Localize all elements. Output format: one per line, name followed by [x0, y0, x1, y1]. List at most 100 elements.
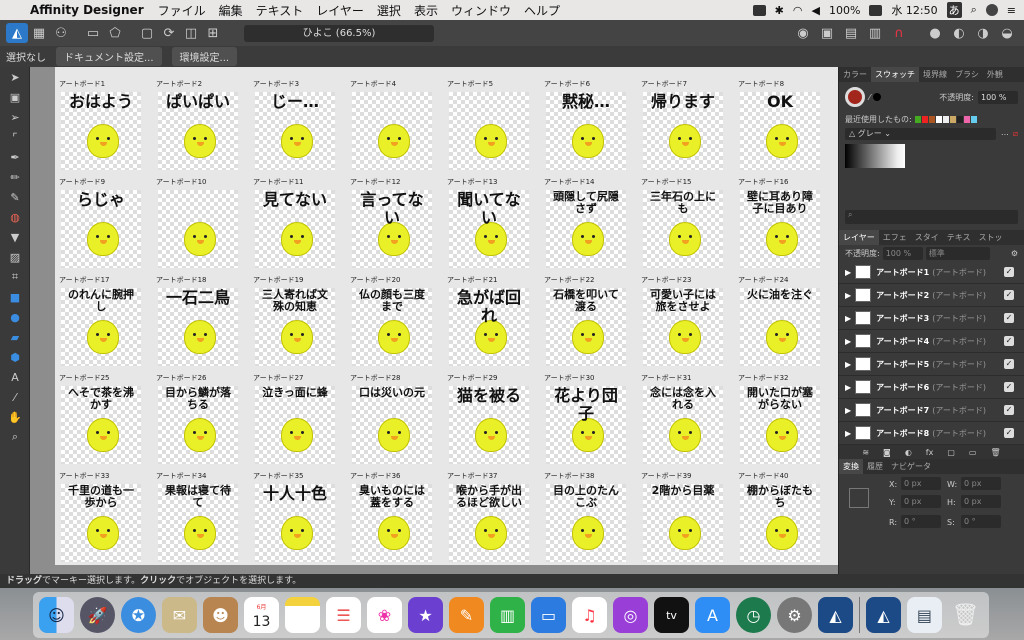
tab-transform[interactable]: 変換	[839, 459, 863, 474]
artboard[interactable]: アートボード13 聞いてない	[447, 177, 529, 268]
expand-icon[interactable]: ▶	[845, 406, 851, 415]
artboard[interactable]: アートボード23 可愛い子には旅をさせよ	[641, 275, 723, 366]
photos-icon[interactable]: ❀	[367, 597, 402, 633]
calendar-icon[interactable]: 6月 13	[244, 597, 279, 633]
swatch-search[interactable]: ⌕	[845, 210, 1018, 224]
select-box-icon[interactable]: ◫	[180, 23, 202, 43]
artboard[interactable]: アートボード30 花より団子	[544, 373, 626, 464]
rounded-rect-tool-icon[interactable]: ▰	[0, 327, 30, 347]
notes-icon[interactable]	[285, 597, 320, 633]
visibility-checkbox[interactable]: ✓	[1004, 336, 1014, 346]
eyedropper-icon[interactable]: ⁄	[869, 93, 870, 102]
podcasts-icon[interactable]: ◎	[613, 597, 648, 633]
adjustment-icon[interactable]: ◐	[905, 448, 912, 457]
expand-icon[interactable]: ▶	[845, 268, 851, 277]
mask-icon[interactable]: ◙	[883, 448, 891, 457]
align-icon[interactable]: ▥	[864, 23, 886, 43]
pages-icon[interactable]: ✎	[449, 597, 484, 633]
documents-stack-icon[interactable]: ▤	[906, 597, 942, 633]
shape-tool-icon[interactable]: ⬢	[0, 347, 30, 367]
visibility-checkbox[interactable]: ✓	[1004, 267, 1014, 277]
tv-icon[interactable]: tv	[654, 597, 689, 633]
artboard[interactable]: アートボード32 開いた口が塞がらない	[738, 373, 820, 464]
finder-icon[interactable]: ☺	[39, 597, 74, 633]
anchor-icon[interactable]	[849, 488, 869, 508]
palette-menu-icon[interactable]: ⋯	[1001, 130, 1009, 139]
preferences-button[interactable]: 環境設定...	[171, 47, 238, 66]
menu-text[interactable]: テキスト	[256, 2, 304, 19]
fx-icon[interactable]: fx	[926, 448, 934, 457]
tab-color[interactable]: カラー	[839, 69, 871, 80]
artboard[interactable]: アートボード18 一石二鳥	[156, 275, 238, 366]
artboard[interactable]: アートボード39 2階から目薬	[641, 471, 723, 562]
artboard[interactable]: アートボード34 果報は寝て待て	[156, 471, 238, 562]
artboard[interactable]: アートボード27 泣きっ面に蜂	[253, 373, 335, 464]
h-field[interactable]: 0 px	[961, 495, 1001, 508]
menu-file[interactable]: ファイル	[158, 2, 206, 19]
boolean-intersect-icon[interactable]: ◑	[972, 23, 994, 43]
folder-icon[interactable]: ▭	[969, 448, 977, 457]
artboard[interactable]: アートボード1 おはよう	[59, 79, 141, 170]
menu-window[interactable]: ウィンドウ	[451, 2, 511, 19]
artboard[interactable]: アートボード16 壁に耳あり障子に目あり	[738, 177, 820, 268]
artboard[interactable]: アートボード29 猫を被る	[447, 373, 529, 464]
menu-view[interactable]: 表示	[414, 2, 438, 19]
tab-stroke[interactable]: 境界線	[919, 69, 951, 80]
search-icon[interactable]: ⌕	[971, 3, 977, 17]
artboard[interactable]: アートボード11 見てない	[253, 177, 335, 268]
artboard[interactable]: アートボード17 のれんに腕押し	[59, 275, 141, 366]
artboard[interactable]: アートボード7 帰ります	[641, 79, 723, 170]
layer-row[interactable]: ▶ アートボード5 (アートボード) ✓	[839, 353, 1024, 376]
artboard[interactable]: アートボード12 言ってない	[350, 177, 432, 268]
artboard[interactable]: アートボード28 口は災いの元	[350, 373, 432, 464]
clock[interactable]: 水 12:50	[891, 2, 937, 18]
move-tool-icon[interactable]: ➤	[0, 67, 30, 87]
layer-row[interactable]: ▶ アートボード3 (アートボード) ✓	[839, 307, 1024, 330]
expand-icon[interactable]: ▶	[845, 383, 851, 392]
tab-text-styles[interactable]: テキス	[943, 232, 975, 243]
document-icon[interactable]: ▭	[82, 23, 104, 43]
bluetooth-icon[interactable]: ✱	[775, 4, 784, 17]
gray-swatches[interactable]	[845, 144, 905, 168]
magnet-icon[interactable]: ∩	[888, 23, 910, 43]
tab-brushes[interactable]: ブラシ	[951, 69, 983, 80]
palette-select[interactable]: △ グレー ⌄	[845, 128, 996, 140]
tab-layers[interactable]: レイヤー	[839, 230, 879, 245]
boolean-divide-icon[interactable]: ◒	[996, 23, 1018, 43]
rotate-icon[interactable]: ⟳	[158, 23, 180, 43]
layer-row[interactable]: ▶ アートボード4 (アートボード) ✓	[839, 330, 1024, 353]
tab-stock[interactable]: ストッ	[975, 232, 1007, 243]
layer-settings-icon[interactable]: ⚙	[1011, 249, 1018, 258]
reminders-icon[interactable]: ☰	[326, 597, 361, 633]
control-icon[interactable]: ≡	[1007, 4, 1016, 17]
recent-swatches[interactable]	[914, 115, 977, 123]
x-field[interactable]: 0 px	[901, 477, 941, 490]
s-field[interactable]: 0 °	[961, 515, 1001, 528]
fill-stroke-icon[interactable]	[845, 87, 865, 107]
transparency-tool-icon[interactable]: ▼	[0, 227, 30, 247]
artboard[interactable]: アートボード8 OK	[738, 79, 820, 170]
visibility-checkbox[interactable]: ✓	[1004, 313, 1014, 323]
tab-history[interactable]: 履歴	[863, 461, 887, 472]
menu-select[interactable]: 選択	[377, 2, 401, 19]
artboard[interactable]: アートボード35 十人十色	[253, 471, 335, 562]
hand-tool-icon[interactable]: ✋	[0, 407, 30, 427]
volume-icon[interactable]: ◀	[811, 4, 819, 17]
artboard[interactable]: アートボード36 臭いものには蓋をする	[350, 471, 432, 562]
artboard[interactable]: アートボード24 火に油を注ぐ	[738, 275, 820, 366]
transform-icon[interactable]: ▢	[136, 23, 158, 43]
artboard[interactable]: アートボード10	[156, 177, 238, 268]
black-swatch[interactable]	[873, 93, 882, 101]
tab-appearance[interactable]: 外観	[983, 69, 1007, 80]
contacts-icon[interactable]: ☻	[203, 597, 238, 633]
export-persona-icon[interactable]: ⚇	[50, 23, 72, 43]
affinity-designer-doc-icon[interactable]: ◭	[865, 597, 901, 633]
trash-icon[interactable]: 🗑	[990, 448, 1000, 457]
battery-text[interactable]: 100%	[829, 4, 860, 17]
music-icon[interactable]: ♫	[572, 597, 607, 633]
none-swatch-icon[interactable]: ⧄	[1013, 129, 1018, 139]
visibility-checkbox[interactable]: ✓	[1004, 428, 1014, 438]
launchpad-icon[interactable]: 🚀	[80, 597, 115, 633]
artboard[interactable]: アートボード20 仏の顔も三度まで	[350, 275, 432, 366]
keynote-icon[interactable]: ▭	[531, 597, 566, 633]
